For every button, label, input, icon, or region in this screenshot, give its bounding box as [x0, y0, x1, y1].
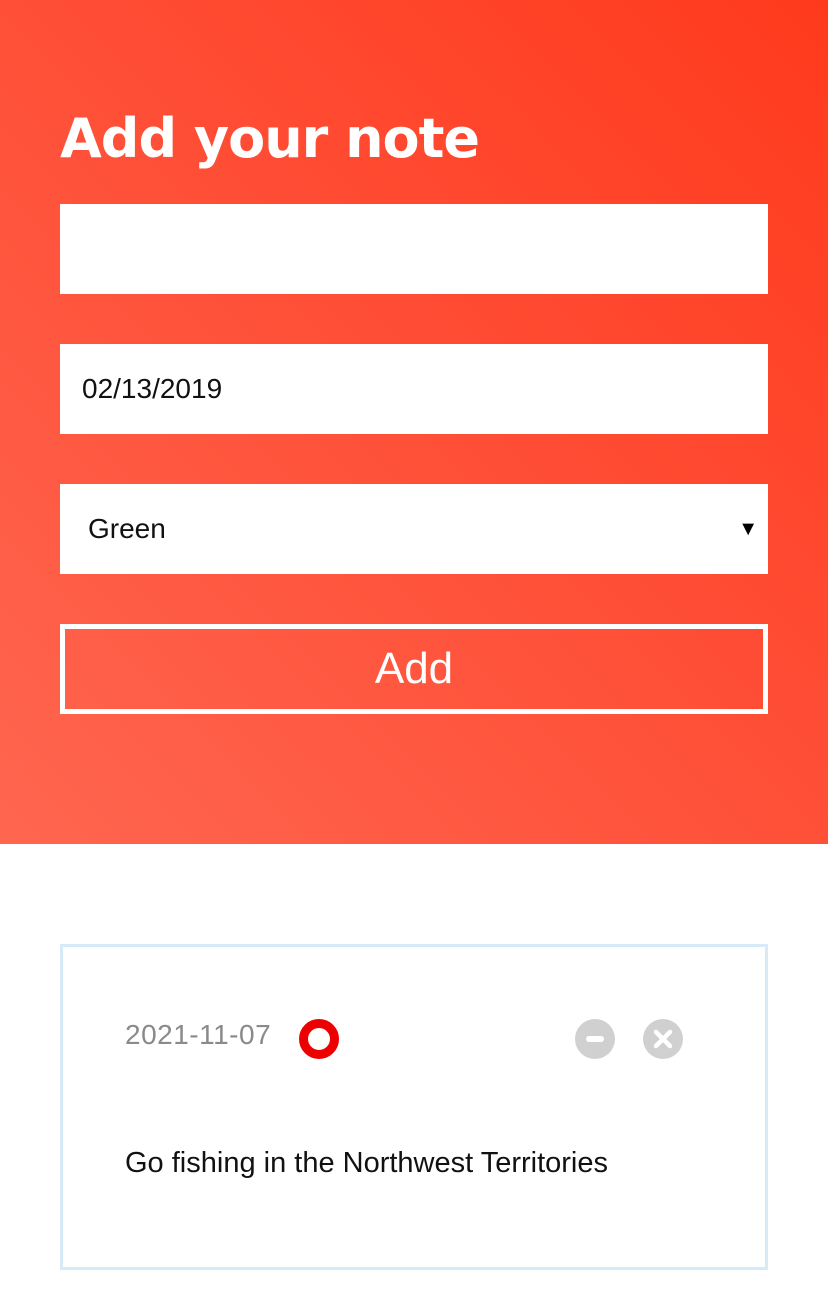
note-text: Go fishing in the Northwest Territories [125, 1147, 609, 1179]
close-circle-icon[interactable] [643, 1019, 683, 1059]
color-select-value: Green [88, 513, 166, 544]
add-button-label: Add [374, 644, 454, 693]
note-date: 2021-11-07 [125, 1019, 272, 1050]
date-input[interactable]: 02/13/2019 [60, 344, 768, 434]
note-text-input[interactable] [60, 204, 768, 294]
note-form-panel: Add your note 02/13/2019 Green ▼ Add [0, 0, 828, 844]
status-ring-icon[interactable] [299, 1019, 339, 1059]
date-value: 02/13/2019 [82, 373, 223, 404]
color-select[interactable]: Green ▼ [60, 484, 768, 574]
dropdown-arrow-icon: ▼ [738, 517, 758, 540]
minus-circle-icon[interactable] [575, 1019, 615, 1059]
close-glyph [653, 1029, 673, 1049]
note-card: 2021-11-07 Go fishing in the Northwest T… [60, 944, 768, 1270]
add-button[interactable]: Add [60, 624, 768, 714]
minus-glyph [586, 1036, 604, 1042]
form-title: Add your note [60, 107, 480, 170]
